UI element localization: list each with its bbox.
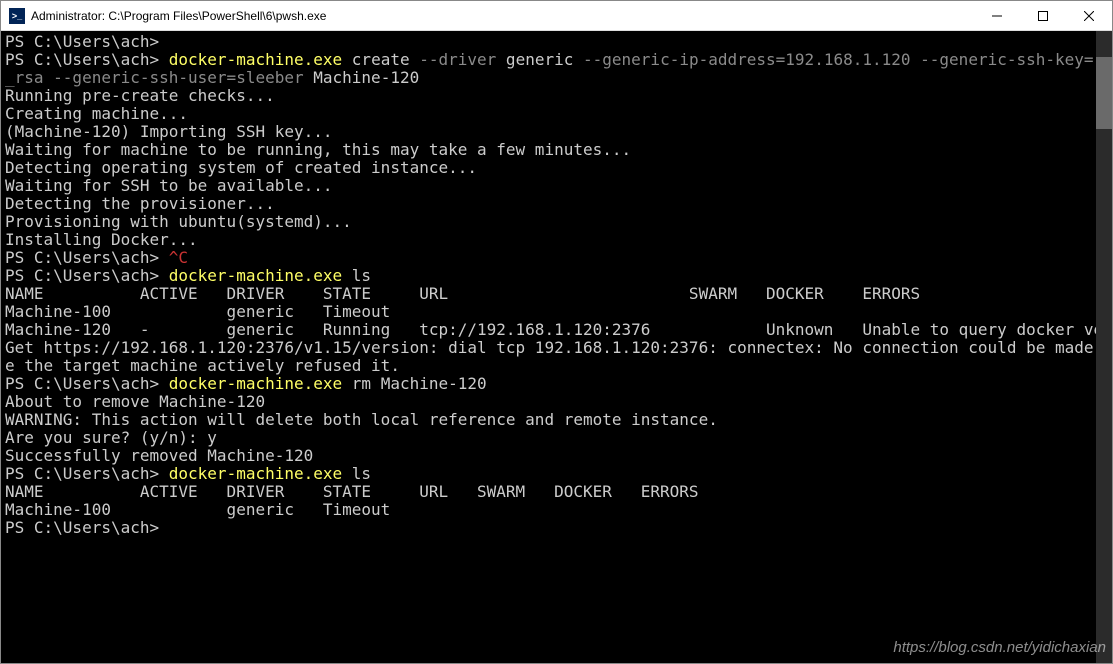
close-button[interactable] (1066, 1, 1112, 30)
terminal-segment: Detecting the provisioner... (5, 194, 275, 213)
terminal-segment: PS C:\Users\ach> (5, 32, 159, 51)
terminal-segment: docker-machine.exe (169, 266, 342, 285)
terminal-line: About to remove Machine-120 (5, 393, 1108, 411)
terminal-line: PS C:\Users\ach> ^C (5, 249, 1108, 267)
terminal-segment: generic (496, 50, 583, 69)
terminal-segment: --driver (419, 50, 496, 69)
terminal-segment: ls (342, 266, 371, 285)
terminal-segment: Waiting for machine to be running, this … (5, 140, 631, 159)
terminal-segment: Creating machine... (5, 104, 188, 123)
terminal-line: _rsa --generic-ssh-user=sleeber Machine-… (5, 69, 1108, 87)
terminal-line: PS C:\Users\ach> (5, 519, 1108, 537)
terminal-segment: WARNING: This action will delete both lo… (5, 410, 718, 429)
terminal-segment: PS C:\Users\ach> (5, 518, 159, 537)
terminal-segment: Machine-100 generic Timeout (5, 500, 390, 519)
terminal-segment: docker-machine.exe (169, 374, 342, 393)
terminal-segment: Successfully removed Machine-120 (5, 446, 313, 465)
titlebar[interactable]: >_ Administrator: C:\Program Files\Power… (1, 1, 1112, 31)
terminal-segment: Machine-120 (304, 68, 420, 87)
powershell-icon: >_ (9, 8, 25, 24)
terminal-segment: create (352, 50, 410, 69)
terminal-segment: NAME ACTIVE DRIVER STATE URL SWARM DOCKE… (5, 482, 699, 501)
maximize-button[interactable] (1020, 1, 1066, 30)
terminal-line: WARNING: This action will delete both lo… (5, 411, 1108, 429)
terminal-line: NAME ACTIVE DRIVER STATE URL SWARM DOCKE… (5, 483, 1108, 501)
terminal-line: PS C:\Users\ach> docker-machine.exe ls (5, 465, 1108, 483)
terminal-line: PS C:\Users\ach> docker-machine.exe crea… (5, 51, 1108, 69)
terminal-line: Waiting for SSH to be available... (5, 177, 1108, 195)
terminal-line: Detecting the provisioner... (5, 195, 1108, 213)
app-window: >_ Administrator: C:\Program Files\Power… (0, 0, 1113, 664)
terminal-segment: PS C:\Users\ach> (5, 248, 169, 267)
terminal-segment: About to remove Machine-120 (5, 392, 265, 411)
terminal-segment: PS C:\Users\ach> (5, 50, 169, 69)
terminal-line: Running pre-create checks... (5, 87, 1108, 105)
terminal-segment: docker-machine.exe (169, 50, 342, 69)
terminal-segment: PS C:\Users\ach> (5, 464, 169, 483)
window-controls (974, 1, 1112, 30)
powershell-icon-glyph: >_ (12, 11, 22, 21)
terminal-segment: docker-machine.exe (169, 464, 342, 483)
terminal-line: Provisioning with ubuntu(systemd)... (5, 213, 1108, 231)
terminal-line: Machine-120 - generic Running tcp://192.… (5, 321, 1108, 339)
terminal-line: (Machine-120) Importing SSH key... (5, 123, 1108, 141)
terminal-segment: PS C:\Users\ach> (5, 374, 169, 393)
terminal-line: e the target machine actively refused it… (5, 357, 1108, 375)
terminal-segment: Detecting operating system of created in… (5, 158, 477, 177)
terminal-segment: (Machine-120) Importing SSH key... (5, 122, 333, 141)
terminal-segment: rm Machine-120 (342, 374, 487, 393)
terminal-output[interactable]: PS C:\Users\ach>PS C:\Users\ach> docker-… (1, 31, 1112, 663)
terminal-segment: e the target machine actively refused it… (5, 356, 400, 375)
terminal-segment: NAME ACTIVE DRIVER STATE URL SWARM DOCKE… (5, 284, 920, 303)
terminal-segment (342, 50, 352, 69)
terminal-line: Get https://192.168.1.120:2376/v1.15/ver… (5, 339, 1108, 357)
terminal-line: Successfully removed Machine-120 (5, 447, 1108, 465)
terminal-line: Machine-100 generic Timeout (5, 501, 1108, 519)
terminal-segment: ls (342, 464, 371, 483)
terminal-line: Detecting operating system of created in… (5, 159, 1108, 177)
terminal-line: Creating machine... (5, 105, 1108, 123)
window-title: Administrator: C:\Program Files\PowerShe… (31, 9, 974, 23)
terminal-segment: Waiting for SSH to be available... (5, 176, 333, 195)
terminal-segment: Running pre-create checks... (5, 86, 275, 105)
terminal-segment: Machine-100 generic Timeout (5, 302, 390, 321)
terminal-segment (410, 50, 420, 69)
terminal-segment: --generic-ip-address=192.168.1.120 --gen… (583, 50, 1112, 69)
terminal-line: PS C:\Users\ach> (5, 33, 1108, 51)
scrollbar-thumb[interactable] (1096, 57, 1112, 129)
terminal-segment: Get https://192.168.1.120:2376/v1.15/ver… (5, 338, 1112, 357)
terminal-segment: Machine-120 - generic Running tcp://192.… (5, 320, 1112, 339)
terminal-line: Installing Docker... (5, 231, 1108, 249)
terminal-line: NAME ACTIVE DRIVER STATE URL SWARM DOCKE… (5, 285, 1108, 303)
terminal-segment: Installing Docker... (5, 230, 198, 249)
terminal-segment: PS C:\Users\ach> (5, 266, 169, 285)
terminal-line: Machine-100 generic Timeout (5, 303, 1108, 321)
watermark-text: https://blog.csdn.net/yidichaxian (893, 639, 1106, 657)
terminal-line: Waiting for machine to be running, this … (5, 141, 1108, 159)
scrollbar-track[interactable] (1096, 31, 1112, 663)
terminal-line: PS C:\Users\ach> docker-machine.exe rm M… (5, 375, 1108, 393)
minimize-button[interactable] (974, 1, 1020, 30)
terminal-line: Are you sure? (y/n): y (5, 429, 1108, 447)
terminal-segment: _rsa --generic-ssh-user=sleeber (5, 68, 304, 87)
terminal-segment: Provisioning with ubuntu(systemd)... (5, 212, 352, 231)
terminal-line: PS C:\Users\ach> docker-machine.exe ls (5, 267, 1108, 285)
terminal-segment: ^C (169, 248, 188, 267)
terminal-segment: Are you sure? (y/n): y (5, 428, 217, 447)
